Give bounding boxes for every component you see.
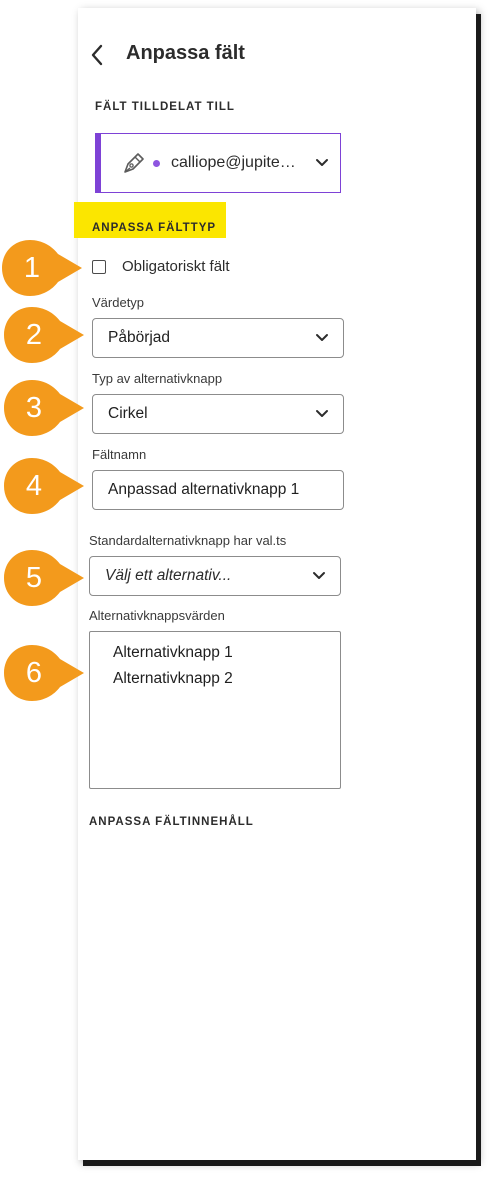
chevron-left-icon [91,44,103,66]
callout-number: 2 [25,318,43,351]
callout-3: 3 [2,378,84,438]
radio-type-select[interactable]: Cirkel [92,394,344,434]
callout-6: 6 [2,643,84,703]
field-name-value: Anpassad alternativknapp 1 [108,481,300,498]
back-button[interactable] [84,40,110,70]
default-radio-placeholder: Välj ett alternativ... [105,567,232,584]
callout-number: 1 [23,251,41,284]
value-type-label: Värdetyp [92,295,145,310]
callout-4: 4 [2,456,84,516]
chevron-down-icon [313,572,325,579]
radio-type-label: Typ av alternativknapp [92,371,223,386]
default-radio-label: Standardalternativknapp har val.ts [89,533,287,548]
radio-values-label: Alternativknappsvärden [89,608,225,623]
value-type-value: Påbörjad [108,329,171,346]
default-radio-select[interactable]: Välj ett alternativ... [89,556,341,596]
assignee-dropdown[interactable]: calliope@jupite… [95,133,341,193]
field-name-input[interactable]: Anpassad alternativknapp 1 [92,470,344,510]
radio-values-list[interactable]: Alternativknapp 1 Alternativknapp 2 [89,631,341,789]
callout-number: 4 [25,469,43,502]
field-name-label: Fältnamn [92,447,147,462]
required-field-label: Obligatoriskt fält [122,258,230,275]
required-field-checkbox[interactable]: Obligatoriskt fält [92,258,230,275]
page-title: Anpassa fält [126,42,245,64]
callout-number: 3 [25,391,43,424]
chevron-down-icon [316,159,328,166]
signature-pen-icon [124,153,144,173]
chevron-down-icon [316,410,328,417]
callout-1: 1 [0,238,82,298]
stage: Anpassa fält FÄLT TILLDELAT TILL calliop… [0,0,490,1178]
value-type-select[interactable]: Påbörjad [92,318,344,358]
assignee-color-dot [153,159,160,167]
list-item[interactable]: Alternativknapp 1 [113,640,340,666]
customize-type-section-label: ANPASSA FÄLTTYP [92,222,217,234]
list-item[interactable]: Alternativknapp 2 [113,666,340,692]
callout-number: 6 [25,656,43,689]
customize-content-section-label: ANPASSA FÄLTINNEHÅLL [89,816,254,828]
radio-type-value: Cirkel [108,405,148,422]
chevron-down-icon [316,334,328,341]
assignee-email: calliope@jupite… [171,154,296,171]
callout-5: 5 [2,548,84,608]
assigned-section-label: FÄLT TILLDELAT TILL [95,101,235,113]
callout-2: 2 [2,305,84,365]
callout-number: 5 [25,561,43,594]
checkbox-box[interactable] [92,259,106,274]
